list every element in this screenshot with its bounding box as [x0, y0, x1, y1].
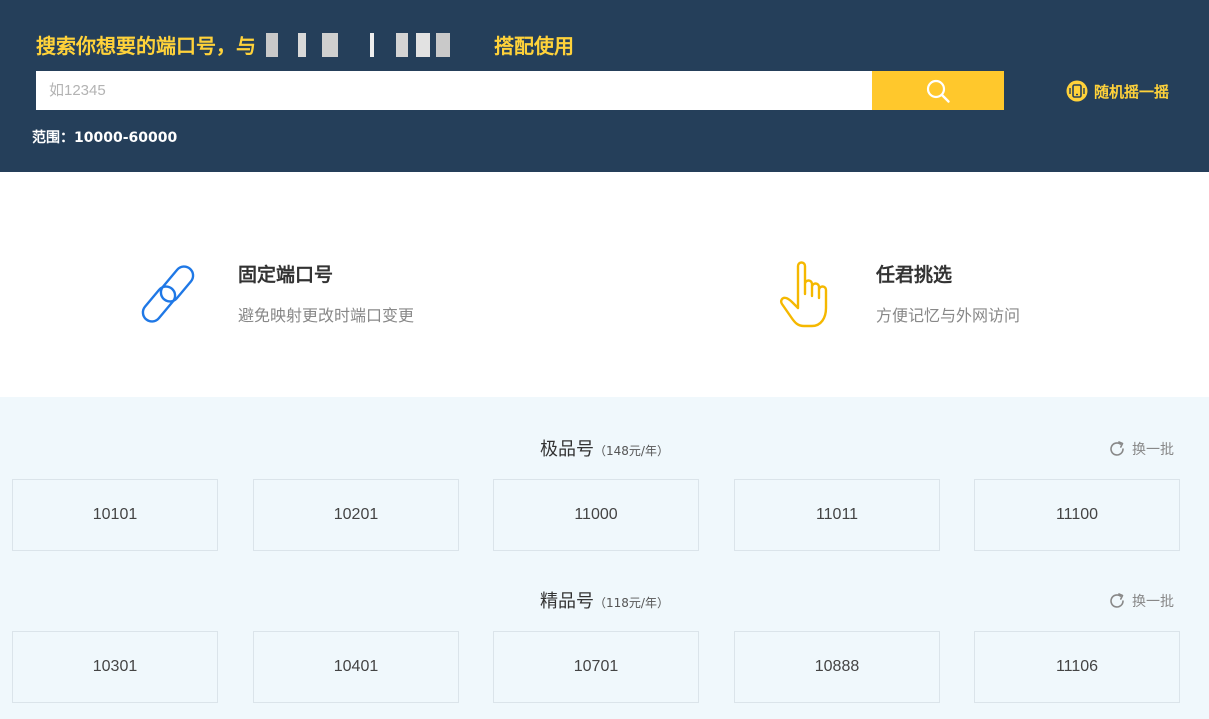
section-title-quality: 精品号（118元/年） — [0, 587, 1209, 613]
section-price: （148元/年） — [594, 444, 669, 458]
port-card[interactable]: 10201 — [253, 479, 459, 551]
port-card[interactable]: 10401 — [253, 631, 459, 703]
port-card[interactable]: 11106 — [974, 631, 1180, 703]
search-header: 搜索你想要的端口号，与 搭配使用 随机摇一摇 范围：10000-60000 — [0, 0, 1209, 172]
search-icon — [926, 79, 950, 103]
feature-desc: 方便记忆与外网访问 — [876, 306, 1021, 325]
pointing-hand-icon — [780, 261, 828, 328]
section-title-premium: 极品号（148元/年） — [0, 435, 1209, 461]
headline: 搜索你想要的端口号，与 搭配使用 — [36, 30, 574, 59]
feature-fixed-port: 固定端口号 避免映射更改时端口变更 — [138, 258, 458, 330]
refresh-label: 换一批 — [1132, 442, 1174, 458]
headline-text-right: 搭配使用 — [494, 34, 574, 58]
random-shake-button[interactable]: 随机摇一摇 — [1066, 80, 1169, 102]
range-text: 范围：10000-60000 — [32, 130, 178, 146]
search-button[interactable] — [872, 71, 1004, 110]
refresh-icon — [1110, 441, 1124, 456]
section-name: 极品号 — [540, 439, 595, 460]
refresh-button-premium[interactable]: 换一批 — [1108, 439, 1174, 459]
feature-pick-freely: 任君挑选 方便记忆与外网访问 — [778, 258, 1098, 330]
port-card[interactable]: 10101 — [12, 479, 218, 551]
port-search-input[interactable] — [36, 71, 872, 110]
headline-text-left: 搜索你想要的端口号，与 — [36, 34, 256, 58]
port-card[interactable]: 11100 — [974, 479, 1180, 551]
section-name: 精品号 — [540, 591, 595, 612]
shake-icon — [1066, 80, 1088, 102]
port-card[interactable]: 10301 — [12, 631, 218, 703]
feature-desc: 避免映射更改时端口变更 — [238, 306, 415, 325]
port-card[interactable]: 11000 — [493, 479, 699, 551]
redacted-text — [260, 33, 490, 57]
port-card[interactable]: 10701 — [493, 631, 699, 703]
refresh-label: 换一批 — [1132, 594, 1174, 610]
port-card[interactable]: 10888 — [734, 631, 940, 703]
refresh-icon — [1110, 593, 1124, 608]
port-market: 极品号（148元/年） 换一批 10101 10201 11000 11011 … — [0, 397, 1209, 719]
random-shake-label: 随机摇一摇 — [1094, 82, 1170, 101]
port-card[interactable]: 11011 — [734, 479, 940, 551]
feature-title: 任君挑选 — [876, 264, 953, 286]
section-price: （118元/年） — [594, 596, 669, 610]
feature-title: 固定端口号 — [238, 264, 334, 286]
link-icon — [141, 265, 195, 323]
refresh-button-quality[interactable]: 换一批 — [1108, 591, 1174, 611]
